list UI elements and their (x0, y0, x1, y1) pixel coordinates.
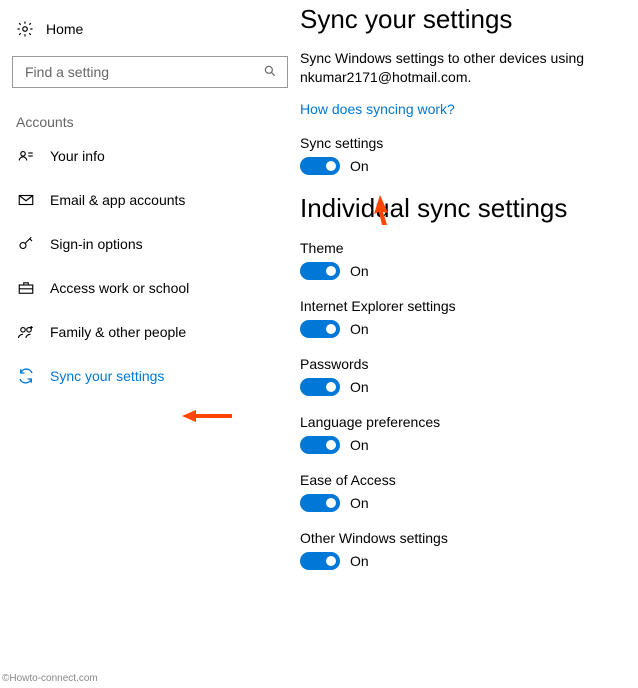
toggle-sync-settings: Sync settings On (300, 135, 638, 175)
toggle-passwords: Passwords On (300, 356, 638, 396)
toggle-state: On (350, 437, 369, 453)
toggle-label: Language preferences (300, 414, 638, 430)
toggle-switch[interactable] (300, 320, 340, 338)
search-input[interactable] (23, 63, 263, 81)
toggle-state: On (350, 263, 369, 279)
subsection-title: Individual sync settings (300, 193, 638, 224)
people-icon (16, 322, 36, 342)
toggle-language: Language preferences On (300, 414, 638, 454)
briefcase-icon (16, 278, 36, 298)
search-icon (263, 64, 277, 81)
toggle-other: Other Windows settings On (300, 530, 638, 570)
home-label: Home (46, 21, 83, 37)
toggle-switch[interactable] (300, 262, 340, 280)
toggle-label: Theme (300, 240, 638, 256)
sidebar-item-your-info[interactable]: Your info (10, 134, 290, 178)
annotation-arrow-icon (182, 408, 232, 424)
sidebar-item-label: Family & other people (50, 324, 186, 340)
toggle-theme: Theme On (300, 240, 638, 280)
page-title: Sync your settings (300, 4, 638, 35)
toggle-label: Ease of Access (300, 472, 638, 488)
toggle-state: On (350, 379, 369, 395)
home-nav[interactable]: Home (10, 16, 290, 50)
section-label: Accounts (10, 114, 290, 134)
toggle-state: On (350, 553, 369, 569)
toggle-state: On (350, 321, 369, 337)
help-link[interactable]: How does syncing work? (300, 101, 455, 117)
gear-icon (16, 20, 34, 38)
person-card-icon (16, 146, 36, 166)
sidebar-item-signin[interactable]: Sign-in options (10, 222, 290, 266)
toggle-state: On (350, 495, 369, 511)
toggle-label: Passwords (300, 356, 638, 372)
sidebar-item-label: Access work or school (50, 280, 189, 296)
toggle-switch[interactable] (300, 157, 340, 175)
page-description: Sync Windows settings to other devices u… (300, 49, 638, 87)
toggle-label: Internet Explorer settings (300, 298, 638, 314)
watermark: ©Howto-connect.com (2, 673, 98, 684)
search-box[interactable] (12, 56, 288, 88)
envelope-icon (16, 190, 36, 210)
sidebar-item-label: Sync your settings (50, 368, 164, 384)
sidebar-item-work[interactable]: Access work or school (10, 266, 290, 310)
sync-icon (16, 366, 36, 386)
sidebar-item-label: Your info (50, 148, 105, 164)
toggle-label: Other Windows settings (300, 530, 638, 546)
toggle-switch[interactable] (300, 552, 340, 570)
sidebar-item-email[interactable]: Email & app accounts (10, 178, 290, 222)
toggle-ease: Ease of Access On (300, 472, 638, 512)
toggle-ie: Internet Explorer settings On (300, 298, 638, 338)
toggle-switch[interactable] (300, 436, 340, 454)
sidebar-item-family[interactable]: Family & other people (10, 310, 290, 354)
key-icon (16, 234, 36, 254)
sidebar-item-sync[interactable]: Sync your settings (10, 354, 290, 398)
toggle-state: On (350, 158, 369, 174)
toggle-label: Sync settings (300, 135, 638, 151)
sidebar-item-label: Sign-in options (50, 236, 143, 252)
sidebar-item-label: Email & app accounts (50, 192, 185, 208)
toggle-switch[interactable] (300, 494, 340, 512)
toggle-switch[interactable] (300, 378, 340, 396)
annotation-cursor-icon (372, 195, 400, 232)
